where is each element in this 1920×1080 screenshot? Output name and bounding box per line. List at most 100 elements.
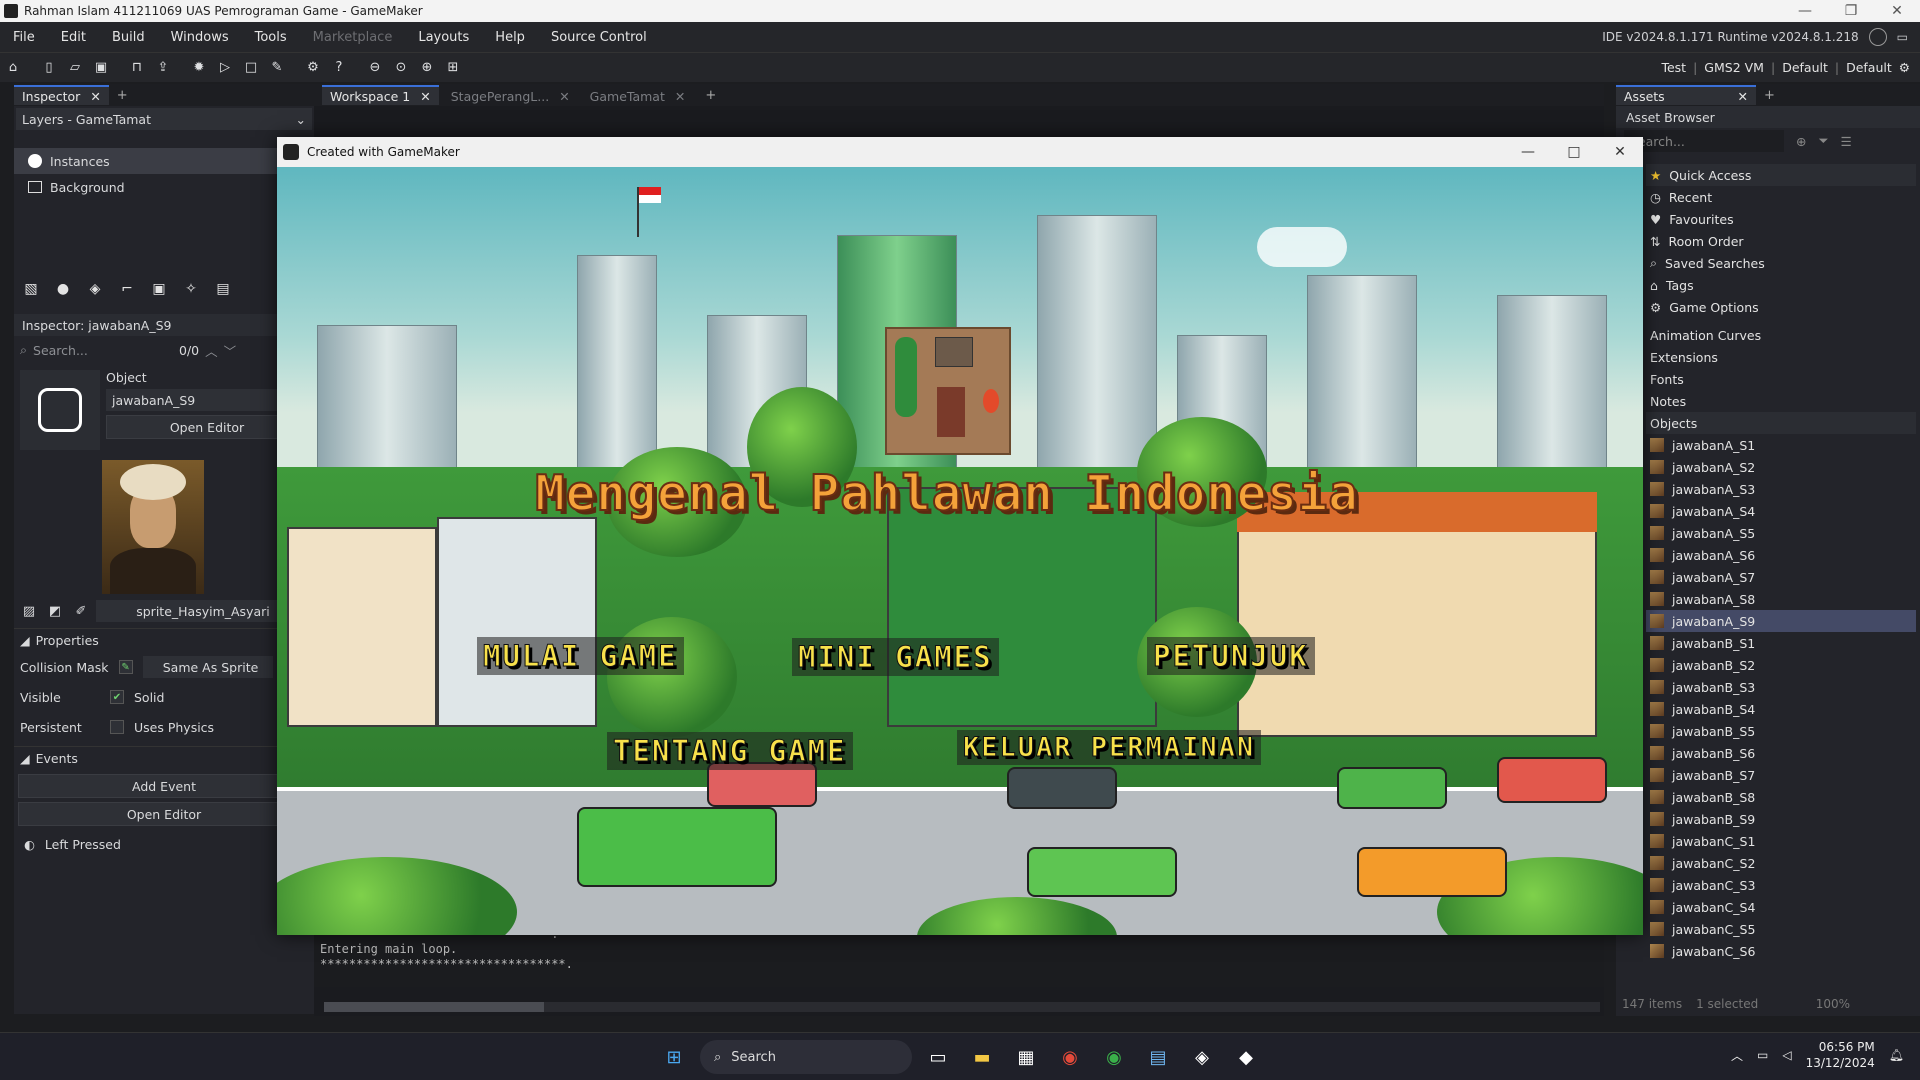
tab-stageperang[interactable]: StagePerangL... ✕ [442, 85, 578, 105]
edit-sprite-icon[interactable]: ◩ [44, 600, 66, 622]
gamemaker-taskbar-icon[interactable]: ◈ [1184, 1039, 1220, 1075]
taskbar-search[interactable]: ⌕ Search [700, 1040, 912, 1074]
new-sprite-icon[interactable]: ▨ [18, 600, 40, 622]
add-event-button[interactable]: Add Event [18, 774, 310, 798]
chevron-up-icon[interactable]: ︿ [205, 341, 218, 360]
asset-object-item[interactable]: jawabanB_S3 [1646, 676, 1916, 698]
add-tile-layer-icon[interactable]: ◈ [82, 276, 108, 302]
collision-mask-select[interactable]: Same As Sprite [142, 656, 273, 678]
debug-icon[interactable]: ✹ [188, 57, 210, 79]
minimize-icon[interactable]: — [1505, 144, 1551, 160]
package-icon[interactable]: ⊓ [126, 57, 148, 79]
persistent-checkbox[interactable] [110, 720, 124, 734]
zoom-out-icon[interactable]: ⊖ [364, 57, 386, 79]
asset-object-item[interactable]: jawabanB_S4 [1646, 698, 1916, 720]
edit-mask-icon[interactable]: ✎ [118, 660, 133, 674]
settings-icon[interactable]: ⚙ [302, 57, 324, 79]
menu-edit[interactable]: Edit [48, 30, 99, 45]
asset-object-item[interactable]: jawabanA_S2 [1646, 456, 1916, 478]
chat-icon[interactable]: ▭ [1897, 30, 1908, 44]
menu-icon[interactable]: ☰ [1841, 134, 1852, 149]
mini-games-button[interactable]: MINI GAMES [792, 638, 999, 676]
layer-instances[interactable]: Instances [14, 148, 314, 174]
tree-tags[interactable]: ⌂ Tags [1646, 274, 1916, 296]
events-section[interactable]: ◢ Events [14, 746, 314, 770]
asset-object-item[interactable]: jawabanA_S1 [1646, 434, 1916, 456]
tree-notes[interactable]: Notes [1646, 390, 1916, 412]
menu-source-control[interactable]: Source Control [538, 30, 660, 45]
inspector-search[interactable]: ⌕ Search... 0/0 ︿ ﹀ [14, 336, 314, 364]
add-instance-layer-icon[interactable]: ● [50, 276, 76, 302]
asset-object-item[interactable]: jawabanC_S2 [1646, 852, 1916, 874]
menu-build[interactable]: Build [99, 30, 158, 45]
add-asset-layer-icon[interactable]: ▣ [146, 276, 172, 302]
asset-object-item[interactable]: jawabanC_S4 [1646, 896, 1916, 918]
tree-game-options[interactable]: ⚙ Game Options [1646, 296, 1916, 318]
asset-object-item[interactable]: jawabanB_S9 [1646, 808, 1916, 830]
close-icon[interactable]: ✕ [675, 89, 685, 104]
layers-dropdown[interactable]: Layers - GameTamat ⌄ [16, 108, 312, 130]
chevron-down-icon[interactable]: ﹀ [224, 341, 237, 360]
horizontal-scrollbar[interactable] [324, 1002, 1600, 1012]
tree-animation-curves[interactable]: Animation Curves [1646, 324, 1916, 346]
close-icon[interactable]: ✕ [1874, 3, 1920, 19]
asset-object-item[interactable]: jawabanC_S3 [1646, 874, 1916, 896]
store-icon[interactable]: ▦ [1008, 1039, 1044, 1075]
stop-icon[interactable]: □ [240, 57, 262, 79]
quit-game-button[interactable]: KELUAR PERMAINAN [957, 730, 1262, 765]
save-icon[interactable]: ▣ [90, 57, 112, 79]
menu-layouts[interactable]: Layouts [405, 30, 482, 45]
target-selector[interactable]: Test | GMS2 VM | Default | Default ⚙ [1661, 60, 1920, 75]
tree-favourites[interactable]: ♥ Favourites [1646, 208, 1916, 230]
asset-object-item[interactable]: jawabanB_S6 [1646, 742, 1916, 764]
add-effect-layer-icon[interactable]: ✧ [178, 276, 204, 302]
windows-start-icon[interactable]: ⊞ [656, 1039, 692, 1075]
menu-marketplace[interactable]: Marketplace [300, 30, 406, 45]
new-project-icon[interactable]: ▯ [38, 57, 60, 79]
add-tab-icon[interactable]: + [1756, 88, 1783, 103]
tab-gametamat[interactable]: GameTamat ✕ [581, 85, 694, 105]
asset-object-item[interactable]: jawabanB_S1 [1646, 632, 1916, 654]
clock-time[interactable]: 06:56 PM [1806, 1039, 1875, 1055]
asset-object-item[interactable]: jawabanC_S1 [1646, 830, 1916, 852]
target-vm[interactable]: GMS2 VM [1704, 60, 1764, 75]
add-tab-icon[interactable]: + [697, 88, 724, 103]
help-icon[interactable]: ? [328, 57, 350, 79]
game-window[interactable]: Created with GameMaker — □ ✕ Mengenal Pa… [277, 137, 1643, 935]
volume-icon[interactable]: ◁ [1782, 1048, 1791, 1062]
tree-extensions[interactable]: Extensions [1646, 346, 1916, 368]
maximize-icon[interactable]: ❐ [1828, 3, 1874, 19]
start-game-button[interactable]: MULAI GAME [477, 637, 684, 675]
notification-icon[interactable]: 🔔︎ [1889, 1048, 1904, 1062]
add-background-layer-icon[interactable]: ▧ [18, 276, 44, 302]
minimize-icon[interactable]: — [1782, 3, 1828, 19]
visible-checkbox[interactable]: ✔ [110, 690, 124, 704]
asset-object-item[interactable]: jawabanA_S9 [1646, 610, 1916, 632]
asset-object-item[interactable]: jawabanA_S4 [1646, 500, 1916, 522]
tab-workspace-1[interactable]: Workspace 1 ✕ [322, 85, 439, 105]
export-icon[interactable]: ⇪ [152, 57, 174, 79]
close-icon[interactable]: ✕ [1738, 89, 1748, 104]
tree-objects[interactable]: Objects [1646, 412, 1916, 434]
tree-room-order[interactable]: ⇅ Room Order [1646, 230, 1916, 252]
tree-saved-searches[interactable]: ⌕ Saved Searches [1646, 252, 1916, 274]
file-explorer-icon[interactable]: ▬ [964, 1039, 1000, 1075]
gamemaker-runner-icon[interactable]: ◆ [1228, 1039, 1264, 1075]
close-icon[interactable]: ✕ [420, 89, 430, 104]
add-path-layer-icon[interactable]: ⌐ [114, 276, 140, 302]
chrome-icon-2[interactable]: ◉ [1096, 1039, 1132, 1075]
asset-search-input[interactable]: Search... [1624, 130, 1784, 152]
target-settings-icon[interactable]: ⚙ [1899, 60, 1910, 75]
add-tab-icon[interactable]: + [109, 88, 136, 103]
maximize-icon[interactable]: □ [1551, 144, 1597, 160]
close-icon[interactable]: ✕ [559, 89, 569, 104]
asset-object-item[interactable]: jawabanA_S3 [1646, 478, 1916, 500]
chevron-up-icon[interactable]: ︿ [1731, 1047, 1743, 1064]
menu-windows[interactable]: Windows [158, 30, 242, 45]
asset-object-item[interactable]: jawabanA_S6 [1646, 544, 1916, 566]
asset-object-item[interactable]: jawabanA_S8 [1646, 588, 1916, 610]
tab-assets[interactable]: Assets ✕ [1616, 85, 1756, 105]
search-input[interactable]: Search... [33, 343, 173, 358]
asset-object-item[interactable]: jawabanA_S7 [1646, 566, 1916, 588]
task-view-icon[interactable]: ▭ [920, 1039, 956, 1075]
